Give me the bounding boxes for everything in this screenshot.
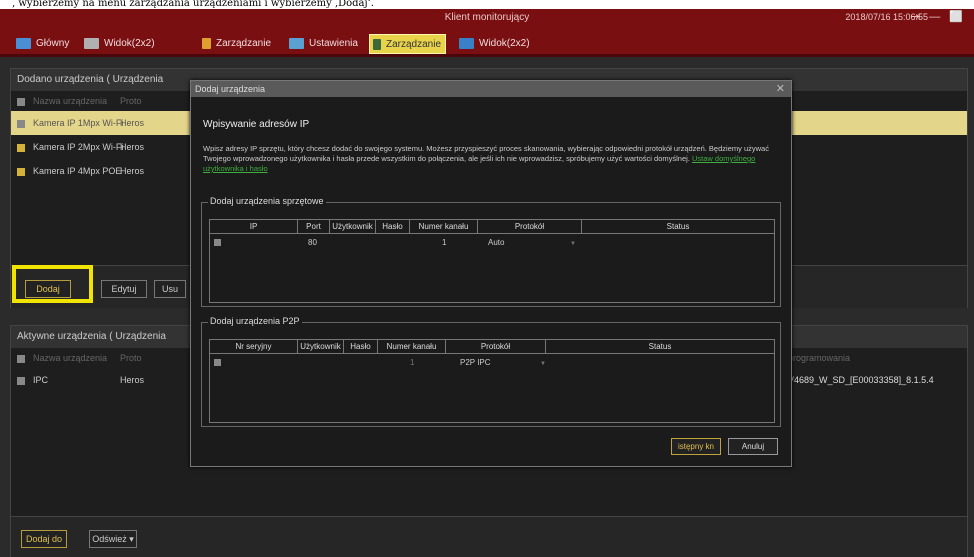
row-checkbox[interactable] — [17, 167, 25, 176]
chevron-down-icon[interactable]: ▼ — [540, 358, 546, 370]
col-device-name: Nazwa urządzenia — [33, 353, 108, 363]
tab-view-2x2[interactable]: Widok(2x2) — [84, 34, 155, 52]
device-name: Kamera IP 1Mpx Wi-Fi — [33, 118, 124, 128]
highlight-box — [12, 265, 93, 303]
device-name: Kamera IP 4Mpx POE — [33, 166, 122, 176]
tab-view-second-label: Widok(2x2) — [479, 37, 530, 49]
p2p-devices-table: Nr seryjny Użytkownik Hasło Numer kanału… — [209, 339, 775, 423]
chevron-down-icon[interactable]: ▼ — [570, 238, 576, 250]
col-status: Status — [648, 342, 672, 351]
col-protocol: Protokół — [446, 340, 546, 353]
row-checkbox[interactable] — [17, 119, 25, 128]
header-divider — [210, 353, 774, 354]
tab-management-label: Zarządzanie — [216, 37, 272, 49]
header-divider — [210, 233, 774, 234]
tab-home[interactable]: Główny — [16, 34, 69, 52]
p2p-devices-section: Dodaj urządzenia P2P Nr seryjny Użytkown… — [201, 316, 781, 427]
remove-button[interactable]: Usu — [154, 280, 186, 298]
device-protocol: Heros — [120, 375, 145, 385]
device-protocol: Heros — [120, 166, 145, 176]
port-field[interactable]: 80 — [308, 237, 317, 249]
p2p-section-legend: Dodaj urządzenia P2P — [208, 316, 302, 326]
hardware-section-legend: Dodaj urządzenia sprzętowe — [208, 196, 326, 206]
cancel-button[interactable]: Anuluj — [728, 438, 778, 455]
col-device-name: Nazwa urządzenia — [33, 96, 108, 106]
hardware-devices-table: IP Port Użytkownik Hasło Numer kanału Pr… — [209, 219, 775, 303]
channel-field[interactable]: 1 — [410, 357, 414, 369]
col-user: Użytkownik — [298, 340, 344, 353]
tab-settings-label: Ustawienia — [309, 37, 358, 49]
grid-view-icon — [84, 37, 99, 49]
device-firmware: V4689_W_SD_[E00033358]_8.1.5.4 — [788, 375, 934, 385]
col-serial: Nr seryjny — [210, 340, 298, 353]
col-port: Port — [298, 220, 330, 233]
col-password: Hasło — [376, 220, 410, 233]
dialog-heading: Wpisywanie adresów IP — [203, 119, 310, 130]
next-button[interactable]: istępny kn — [671, 438, 721, 455]
settings-icon — [289, 37, 304, 49]
title-bar: Klient monitorujący 2018/07/16 15:06:55 … — [0, 9, 974, 29]
device-icon — [373, 38, 381, 50]
home-icon — [16, 37, 31, 49]
tab-bar: Główny Widok(2x2) Zarządzanie Ustawienia… — [0, 29, 974, 57]
device-protocol: Heros — [120, 142, 145, 152]
row-checkbox[interactable] — [214, 239, 221, 246]
add-to-button[interactable]: Dodaj do — [21, 530, 67, 548]
tab-device-management-label: Zarządzanie — [386, 38, 442, 50]
window-title: Klient monitorujący — [444, 12, 530, 23]
hardware-devices-section: Dodaj urządzenia sprzętowe IP Port Użytk… — [201, 196, 781, 307]
edit-button[interactable]: Edytuj — [101, 280, 147, 298]
col-protocol: Proto — [120, 353, 142, 363]
tab-home-label: Główny — [36, 37, 70, 49]
col-protocol: Proto — [120, 96, 142, 106]
protocol-select[interactable]: Auto — [488, 237, 504, 249]
row-checkbox[interactable] — [17, 376, 25, 385]
tab-device-management[interactable]: Zarządzanie — [369, 34, 447, 54]
select-all-checkbox[interactable] — [17, 97, 25, 106]
col-user: Użytkownik — [330, 220, 376, 233]
col-password: Hasło — [344, 340, 378, 353]
col-status: Status — [666, 222, 690, 231]
dialog-description: Wpisz adresy IP sprzętu, który chcesz do… — [203, 144, 783, 174]
select-all-checkbox[interactable] — [17, 354, 25, 363]
tab-settings[interactable]: Ustawienia — [289, 34, 358, 52]
add-devices-dialog: Dodaj urządzenia ✕ Wpisywanie adresów IP… — [190, 80, 792, 467]
device-name: IPC — [33, 375, 49, 385]
window-controls[interactable]: ⇥ — ⬜ — [911, 10, 966, 23]
tab-management[interactable]: Zarządzanie — [202, 34, 271, 52]
row-checkbox[interactable] — [214, 359, 221, 366]
active-devices-toolbar: Dodaj do Odśwież ▾ — [11, 516, 967, 557]
dialog-title: Dodaj urządzenia — [195, 84, 266, 94]
app-window: Klient monitorujący 2018/07/16 15:06:55 … — [0, 9, 974, 557]
caption-strip: ‚ wybierzemy na menu zarządzania urządze… — [0, 0, 974, 9]
close-icon[interactable]: ✕ — [776, 81, 785, 97]
device-name: Kamera IP 2Mpx Wi-Fi — [33, 142, 124, 152]
protocol-select[interactable]: P2P IPC — [460, 357, 491, 369]
col-channel: Numer kanału — [410, 220, 478, 233]
view-icon — [459, 37, 474, 49]
tab-view-2x2-second[interactable]: Widok(2x2) — [459, 34, 530, 52]
col-protocol: Protokół — [478, 220, 582, 233]
col-ip: IP — [210, 220, 298, 233]
channel-field[interactable]: 1 — [442, 237, 446, 249]
person-icon — [202, 37, 211, 49]
row-checkbox[interactable] — [17, 143, 25, 152]
device-protocol: Heros — [120, 118, 145, 128]
description-text: Wpisz adresy IP sprzętu, który chcesz do… — [203, 144, 769, 163]
col-channel: Numer kanału — [378, 340, 446, 353]
dialog-header: Dodaj urządzenia ✕ — [191, 81, 791, 97]
col-firmware: programowania — [788, 353, 851, 363]
refresh-dropdown[interactable]: Odśwież ▾ — [89, 530, 137, 548]
tab-view-label: Widok(2x2) — [104, 37, 155, 49]
